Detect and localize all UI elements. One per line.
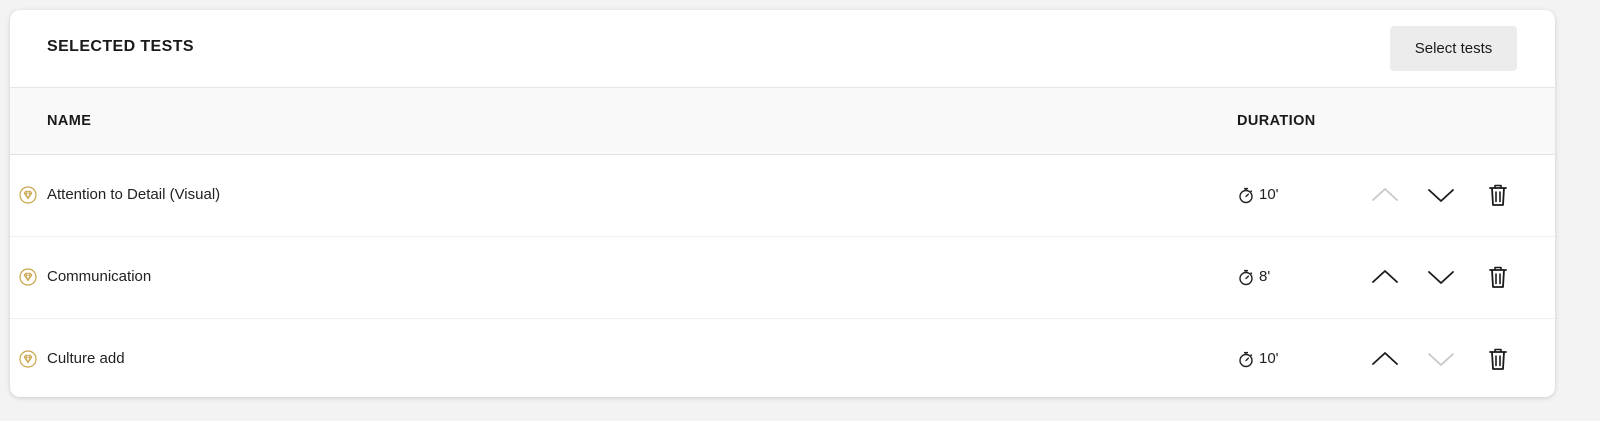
delete-button[interactable] xyxy=(1483,180,1513,210)
card-header: SELECTED TESTS Select tests xyxy=(10,10,1555,88)
trash-icon xyxy=(1489,348,1507,370)
chevron-up-icon xyxy=(1372,270,1398,283)
stopwatch-icon xyxy=(1238,269,1254,286)
stopwatch-icon xyxy=(1238,187,1254,204)
chevron-up-icon xyxy=(1372,352,1398,365)
column-header-duration: DURATION xyxy=(1237,113,1316,129)
table-row: Attention to Detail (Visual) 10' xyxy=(10,155,1555,237)
move-up-button[interactable] xyxy=(1370,344,1400,374)
test-name: Attention to Detail (Visual) xyxy=(47,186,221,203)
gem-icon xyxy=(19,186,37,204)
trash-icon xyxy=(1489,266,1507,288)
move-up-button[interactable] xyxy=(1370,180,1400,210)
test-name: Culture add xyxy=(47,350,125,367)
test-duration: 10' xyxy=(1259,350,1279,367)
chevron-down-icon xyxy=(1428,353,1454,366)
chevron-up-icon xyxy=(1372,188,1398,201)
move-up-button[interactable] xyxy=(1370,262,1400,292)
delete-button[interactable] xyxy=(1483,262,1513,292)
card-title: SELECTED TESTS xyxy=(47,38,194,55)
move-down-button[interactable] xyxy=(1426,344,1456,374)
test-duration: 10' xyxy=(1259,186,1279,203)
gem-icon xyxy=(19,268,37,286)
chevron-down-icon xyxy=(1428,271,1454,284)
move-down-button[interactable] xyxy=(1426,180,1456,210)
delete-button[interactable] xyxy=(1483,344,1513,374)
table-header: NAME DURATION xyxy=(10,88,1555,155)
gem-icon xyxy=(19,350,37,368)
column-header-name: NAME xyxy=(47,113,92,129)
table-row: Communication 8' xyxy=(10,237,1555,319)
test-name: Communication xyxy=(47,268,152,285)
selected-tests-card: SELECTED TESTS Select tests NAME DURATIO… xyxy=(10,10,1555,397)
select-tests-button[interactable]: Select tests xyxy=(1390,26,1517,71)
stopwatch-icon xyxy=(1238,351,1254,368)
test-duration: 8' xyxy=(1259,268,1271,285)
trash-icon xyxy=(1489,184,1507,206)
move-down-button[interactable] xyxy=(1426,262,1456,292)
table-row: Culture add 10' xyxy=(10,319,1555,397)
chevron-down-icon xyxy=(1428,189,1454,202)
